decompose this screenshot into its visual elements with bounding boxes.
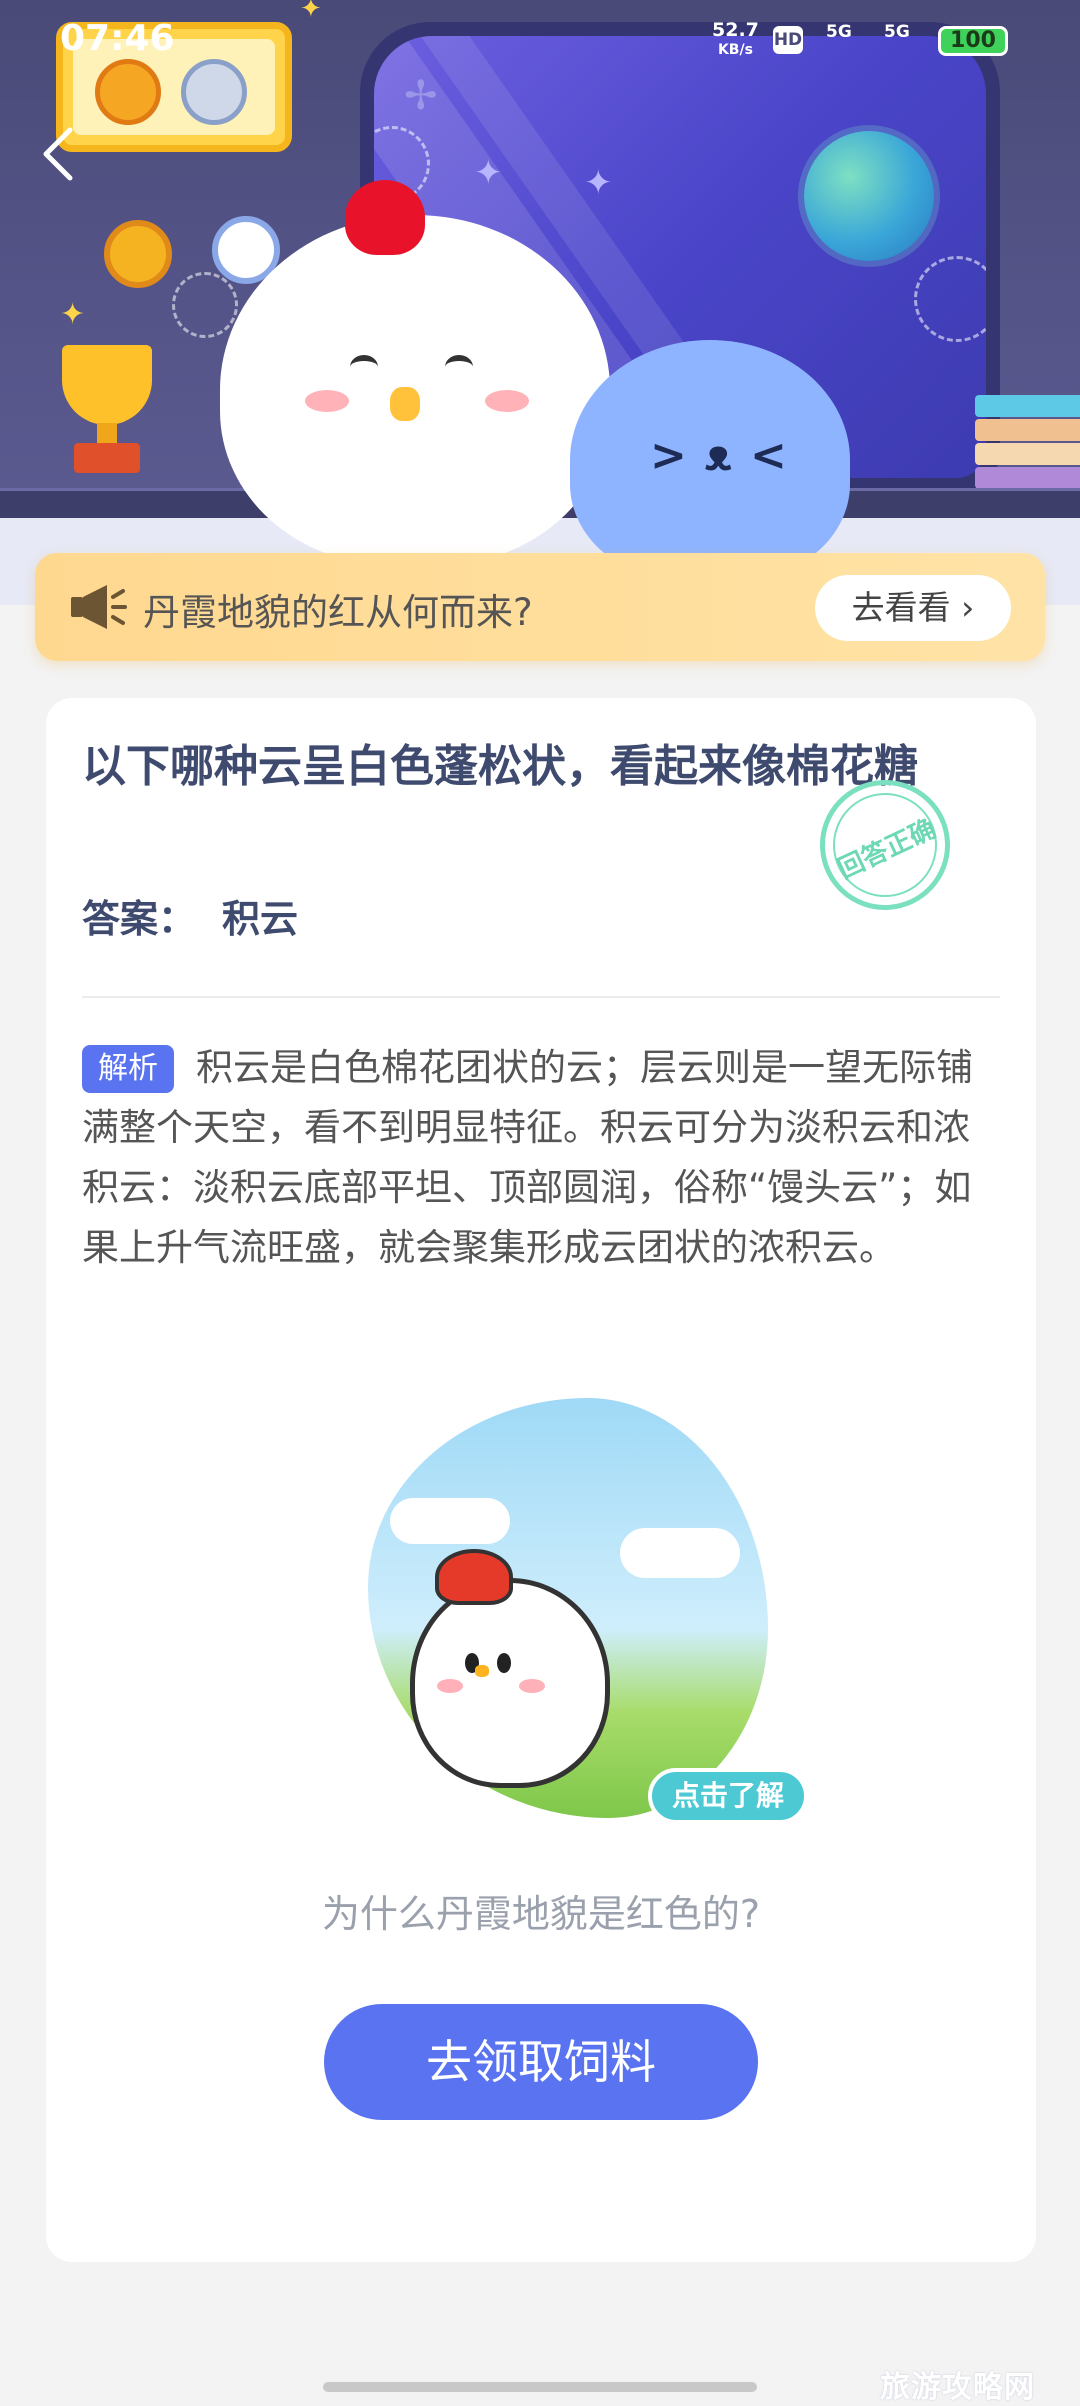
cloud-icon [620,1528,740,1578]
satellite-icon: ✢ [404,73,438,119]
cloud-icon [390,1498,510,1544]
go-see-button[interactable]: 去看看 › [815,575,1011,641]
analysis-section: 解析 积云是白色棉花团状的云；层云则是一望无际铺满整个天空，看不到明显特征。积云可… [82,1038,982,1278]
header-illustration: ✦ ✦ ✢ ✦ ✦ >ᴥ< [0,0,1080,605]
earth-icon [804,131,934,261]
question-title: 以下哪种云呈白色蓬松状，看起来像棉花糖 [82,741,918,792]
home-indicator[interactable] [323,2382,757,2392]
answer-card: 以下哪种云呈白色蓬松状，看起来像棉花糖 回答正确 答案： 积云 解析 积云是白色棉花… [46,698,1036,2262]
analysis-text: 积云是白色棉花团状的云；层云则是一望无际铺满整个天空，看不到明显特征。积云可分为… [82,1046,973,1269]
signal-icon: 5G [884,22,910,42]
claim-feed-button[interactable]: 去领取饲料 [324,2004,758,2120]
answer-label: 答案： [82,897,197,941]
books-icon [975,395,1080,490]
alien-mascot: >ᴥ< [570,340,850,580]
chevron-left-icon [43,127,73,181]
related-illustration[interactable]: 点击了解 [320,1398,808,1838]
network-speed: 52.7 KB/s [712,19,759,58]
banner-text: 丹霞地貌的红从何而来? [143,591,533,634]
bronze-medal-icon [104,220,172,288]
answer-row: 答案： 积云 [82,888,298,943]
topic-banner[interactable]: 丹霞地貌的红从何而来? 去看看 › [35,553,1045,661]
hd-icon: HD [773,26,803,54]
back-button[interactable] [36,124,82,184]
divider [82,996,1000,998]
megaphone-icon [71,585,127,629]
sparkle-icon: ✦ [60,297,86,332]
answer-value: 积云 [222,897,299,941]
clock: 07:46 [60,18,175,59]
status-bar: 07:46 52.7 KB/s HD 5G 5G 100 [0,0,1080,80]
chicken-mascot [220,180,610,565]
signal-icon: 5G [826,22,852,42]
learn-more-pill[interactable]: 点击了解 [648,1768,808,1824]
watermark: 旅游攻略网 [880,2370,1035,2405]
battery-icon: 100 [938,26,1008,56]
chicken-illustration [410,1549,610,1788]
star-icon: ✦ [474,153,503,193]
analysis-tag: 解析 [82,1045,174,1093]
related-question[interactable]: 为什么丹霞地貌是红色的? [46,1883,1036,1938]
trophy-icon [52,345,162,475]
star-icon: ✦ [584,163,613,203]
